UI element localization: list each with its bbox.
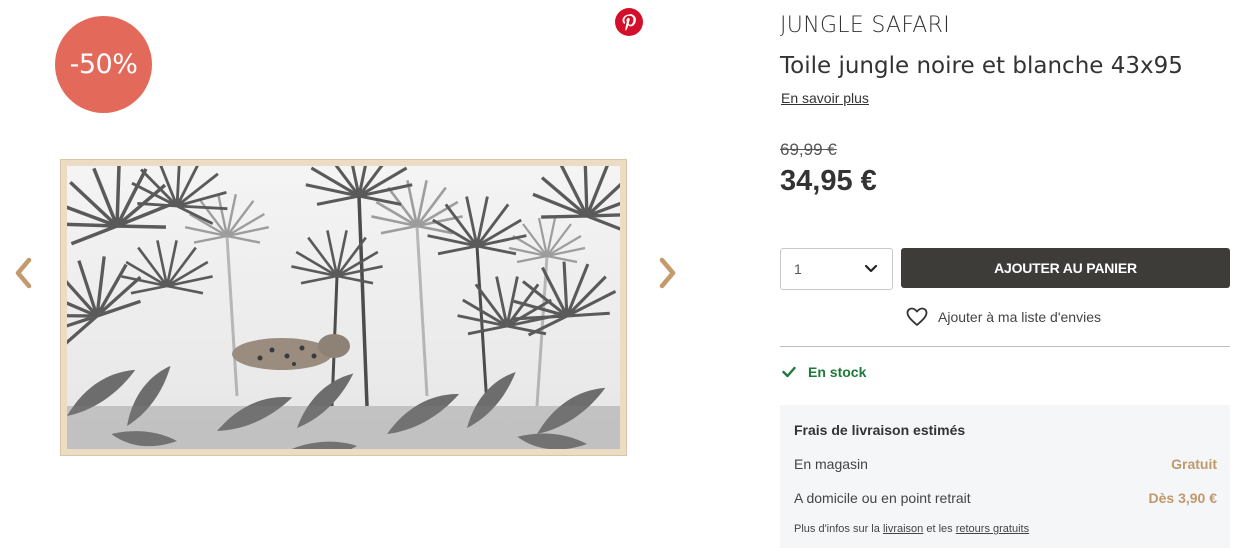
add-to-cart-button[interactable]: AJOUTER AU PANIER — [901, 248, 1230, 288]
shipping-row-store: En magasin Gratuit — [794, 456, 1217, 472]
shipping-info-box: Frais de livraison estimés En magasin Gr… — [780, 405, 1230, 548]
shipping-row-value: Gratuit — [1171, 456, 1217, 472]
shipping-row-value: Dès 3,90 € — [1148, 490, 1218, 506]
old-price: 69,99 € — [780, 140, 837, 159]
product-image[interactable] — [60, 159, 627, 456]
previous-image-button[interactable] — [12, 255, 34, 291]
pinterest-icon[interactable] — [615, 8, 643, 36]
stock-label: En stock — [808, 364, 867, 380]
chevron-right-icon — [659, 257, 676, 289]
jungle-canvas-artwork — [67, 166, 620, 449]
shipping-note: Plus d'infos sur la livraison et les ret… — [794, 523, 1029, 535]
delivery-info-link[interactable]: livraison — [883, 523, 923, 535]
product-title: Toile jungle noire et blanche 43x95 — [780, 53, 1183, 79]
checkmark-icon — [782, 366, 796, 378]
quantity-value: 1 — [794, 261, 802, 277]
heart-icon — [906, 307, 928, 326]
shipping-note-prefix: Plus d'infos sur la — [794, 523, 880, 535]
divider — [780, 346, 1230, 347]
free-returns-link[interactable]: retours gratuits — [956, 523, 1029, 535]
shipping-note-middle: et les — [926, 523, 953, 535]
chevron-down-icon — [864, 264, 878, 273]
learn-more-link[interactable]: En savoir plus — [781, 90, 869, 106]
quantity-select[interactable]: 1 — [780, 248, 893, 290]
wishlist-label: Ajouter à ma liste d'envies — [938, 309, 1101, 325]
shipping-row-label: En magasin — [794, 456, 868, 472]
shipping-row-home: A domicile ou en point retrait Dès 3,90 … — [794, 490, 1217, 506]
next-image-button[interactable] — [657, 255, 679, 291]
product-brand: JUNGLE SAFARI — [780, 13, 951, 38]
shipping-row-label: A domicile ou en point retrait — [794, 490, 971, 506]
shipping-title: Frais de livraison estimés — [794, 422, 966, 438]
chevron-left-icon — [15, 257, 32, 289]
current-price: 34,95 € — [780, 165, 877, 197]
add-to-wishlist-button[interactable]: Ajouter à ma liste d'envies — [906, 307, 1101, 327]
stock-status: En stock — [782, 364, 866, 380]
discount-badge: -50% — [55, 16, 152, 113]
product-info-panel: JUNGLE SAFARI Toile jungle noire et blan… — [780, 0, 1230, 548]
product-gallery: -50% — [0, 0, 700, 548]
